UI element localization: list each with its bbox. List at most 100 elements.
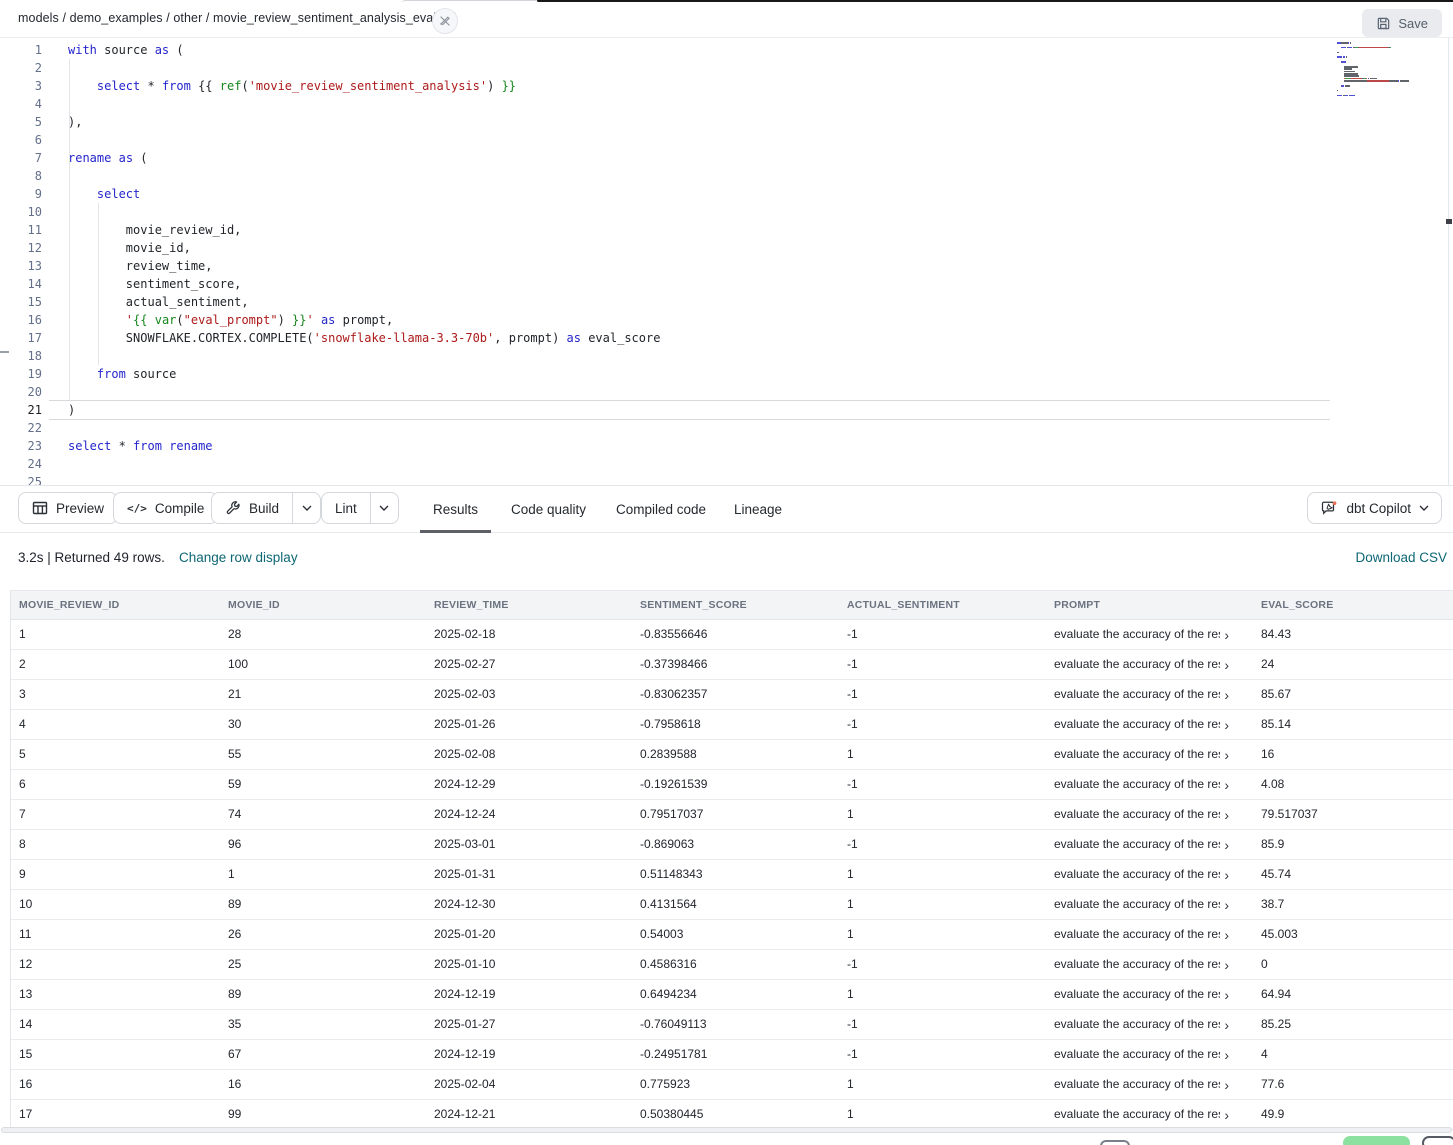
- prompt-preview: evaluate the accuracy of the res…: [1054, 980, 1220, 1009]
- table-cell: 2025-02-18: [426, 620, 632, 649]
- table-cell: 5: [11, 740, 220, 769]
- table-cell: -1: [839, 770, 1046, 799]
- table-cell: 2024-12-19: [426, 980, 632, 1009]
- horizontal-scrollbar[interactable]: [1, 1127, 1452, 1133]
- read-only-pencil-icon[interactable]: [432, 8, 458, 34]
- prompt-cell: evaluate the accuracy of the res… ›: [1046, 770, 1253, 799]
- download-csv-link[interactable]: Download CSV: [1355, 550, 1447, 565]
- prompt-cell: evaluate the accuracy of the res…›: [1046, 1100, 1253, 1129]
- expand-prompt-chevron-icon[interactable]: ›: [1224, 628, 1229, 642]
- table-cell: -0.19261539: [632, 770, 839, 799]
- gutter-line-number: 24: [0, 455, 42, 473]
- prompt-preview: evaluate the accuracy of the res…: [1054, 830, 1220, 859]
- expand-prompt-chevron-icon[interactable]: ›: [1224, 748, 1229, 762]
- expand-prompt-chevron-icon[interactable]: ›: [1224, 928, 1229, 942]
- results-tabs: ResultsCode qualityCompiled codeLineage: [0, 486, 900, 533]
- code-line: with source as (: [68, 41, 660, 59]
- expand-prompt-chevron-icon[interactable]: ›: [1224, 778, 1229, 792]
- table-row: 8962025-03-01-0.869063-1evaluate the acc…: [11, 830, 1453, 860]
- breadcrumb[interactable]: models / demo_examples / other / movie_r…: [18, 11, 456, 25]
- prompt-cell: evaluate the accuracy of the res… ›: [1046, 980, 1253, 1009]
- expand-prompt-chevron-icon[interactable]: ›: [1224, 988, 1229, 1002]
- expand-prompt-chevron-icon[interactable]: ›: [1224, 1108, 1229, 1122]
- column-header-sentiment_score[interactable]: SENTIMENT_SCORE: [632, 591, 839, 619]
- column-header-eval_score[interactable]: EVAL_SCORE: [1253, 591, 1453, 619]
- editor-scrollbar-thumb[interactable]: [1446, 219, 1452, 224]
- table-cell: 2025-01-31: [426, 860, 632, 889]
- expand-prompt-chevron-icon[interactable]: ›: [1224, 958, 1229, 972]
- prompt-cell: evaluate the accuracy of the res…›: [1046, 710, 1253, 739]
- expand-prompt-chevron-icon[interactable]: ›: [1224, 1048, 1229, 1062]
- gutter-line-number: 1: [0, 41, 42, 59]
- tab-code-quality[interactable]: Code quality: [498, 486, 599, 533]
- table-row: 4302025-01-26-0.7958618-1evaluate the ac…: [11, 710, 1453, 740]
- cutoff-button[interactable]: [1100, 1140, 1130, 1145]
- gutter-line-number: 2: [0, 59, 42, 77]
- tab-compiled-code[interactable]: Compiled code: [603, 486, 719, 533]
- table-row: 16162025-02-040.7759231evaluate the accu…: [11, 1070, 1453, 1100]
- column-header-movie_id[interactable]: MOVIE_ID: [220, 591, 426, 619]
- table-cell: 0.50380445: [632, 1100, 839, 1129]
- eval-score-cell: 84.43: [1253, 620, 1453, 649]
- table-cell: 16: [11, 1070, 220, 1099]
- table-cell: 10: [11, 890, 220, 919]
- table-row: 21002025-02-27-0.37398466-1evaluate the …: [11, 650, 1453, 680]
- table-cell: 59: [220, 770, 426, 799]
- table-cell: 0.4131564: [632, 890, 839, 919]
- table-cell: -0.7958618: [632, 710, 839, 739]
- table-cell: -0.37398466: [632, 650, 839, 679]
- table-cell: 3: [11, 680, 220, 709]
- column-header-actual_sentiment[interactable]: ACTUAL_SENTIMENT: [839, 591, 1046, 619]
- expand-prompt-chevron-icon[interactable]: ›: [1224, 718, 1229, 732]
- eval-score-cell: 45.74: [1253, 860, 1453, 889]
- prompt-preview: evaluate the accuracy of the res…: [1054, 1010, 1220, 1039]
- code-line: [68, 455, 660, 473]
- eval-score-cell: 85.67: [1253, 680, 1453, 709]
- save-button[interactable]: Save: [1362, 9, 1442, 37]
- expand-prompt-chevron-icon[interactable]: ›: [1224, 1078, 1229, 1092]
- expand-prompt-chevron-icon[interactable]: ›: [1224, 898, 1229, 912]
- cutoff-green-button[interactable]: [1343, 1136, 1410, 1145]
- expand-prompt-chevron-icon[interactable]: ›: [1224, 1018, 1229, 1032]
- expand-prompt-chevron-icon[interactable]: ›: [1224, 688, 1229, 702]
- prompt-preview: evaluate the accuracy of the res…: [1054, 770, 1220, 799]
- table-row: 15672024-12-19-0.24951781-1evaluate the …: [11, 1040, 1453, 1070]
- table-cell: 25: [220, 950, 426, 979]
- code-line: [68, 95, 660, 113]
- panel-resize-handle[interactable]: [0, 351, 9, 353]
- eval-score-cell: 16: [1253, 740, 1453, 769]
- expand-prompt-chevron-icon[interactable]: ›: [1224, 808, 1229, 822]
- column-header-prompt[interactable]: PROMPT: [1046, 591, 1253, 619]
- table-cell: 89: [220, 980, 426, 1009]
- sql-code-editor[interactable]: 1234567891011121314151617181920212223242…: [0, 38, 1453, 485]
- table-cell: 13: [11, 980, 220, 1009]
- copilot-chat-sparkle-icon: [1320, 500, 1338, 517]
- prompt-preview: evaluate the accuracy of the res…: [1054, 860, 1220, 889]
- gutter-line-number: 16: [0, 311, 42, 329]
- minimap[interactable]: [1337, 42, 1429, 102]
- prompt-preview: evaluate the accuracy of the res…: [1054, 650, 1220, 679]
- column-header-movie_review_id[interactable]: MOVIE_REVIEW_ID: [11, 591, 220, 619]
- change-row-display-link[interactable]: Change row display: [179, 550, 298, 565]
- tab-results[interactable]: Results: [420, 486, 491, 533]
- cutoff-outline-button[interactable]: [1422, 1136, 1453, 1145]
- expand-prompt-chevron-icon[interactable]: ›: [1224, 838, 1229, 852]
- prompt-preview: evaluate the accuracy of the res…: [1054, 920, 1220, 949]
- table-cell: 2024-12-19: [426, 1040, 632, 1069]
- editor-scrollbar-track[interactable]: [1448, 38, 1449, 485]
- table-cell: 2024-12-29: [426, 770, 632, 799]
- gutter-line-number: 13: [0, 257, 42, 275]
- table-cell: 0.6494234: [632, 980, 839, 1009]
- table-cell: 0.2839588: [632, 740, 839, 769]
- gutter-line-number: 6: [0, 131, 42, 149]
- expand-prompt-chevron-icon[interactable]: ›: [1224, 868, 1229, 882]
- column-header-review_time[interactable]: REVIEW_TIME: [426, 591, 632, 619]
- table-cell: 1: [839, 1070, 1046, 1099]
- table-cell: 35: [220, 1010, 426, 1039]
- gutter-line-number: 25: [0, 473, 42, 485]
- expand-prompt-chevron-icon[interactable]: ›: [1224, 658, 1229, 672]
- prompt-preview: evaluate the accuracy of the res…: [1054, 1040, 1220, 1069]
- prompt-preview: evaluate the accuracy of the res…: [1054, 740, 1220, 769]
- tab-lineage[interactable]: Lineage: [721, 486, 795, 533]
- dbt-copilot-button[interactable]: dbt Copilot: [1307, 492, 1442, 524]
